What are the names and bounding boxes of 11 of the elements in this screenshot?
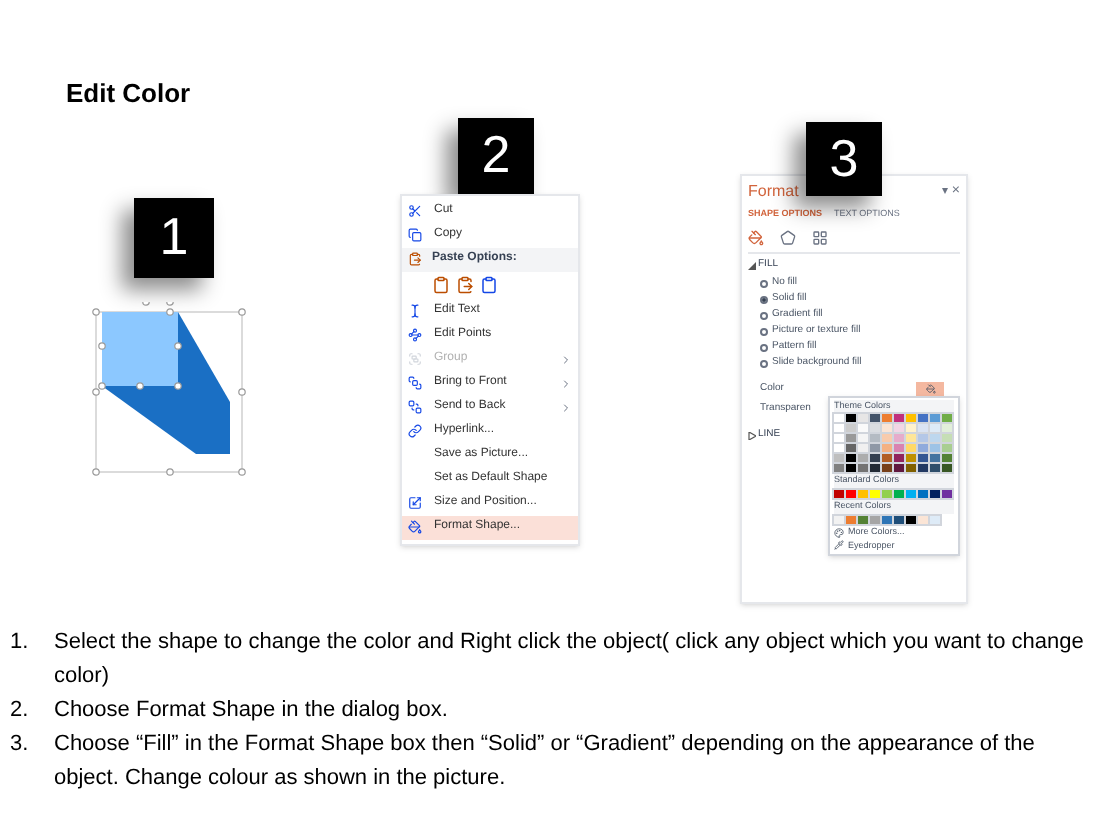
list-number: 1. bbox=[10, 627, 31, 657]
panel-title: Format bbox=[748, 180, 799, 204]
list-number: 2. bbox=[10, 695, 31, 725]
step-number-badge: 3 bbox=[806, 121, 882, 195]
slide-title: Edit Color bbox=[66, 76, 193, 112]
instruction-text: Choose Format Shape in the dialog box. bbox=[54, 695, 448, 725]
step-number-badge: 1 bbox=[134, 197, 214, 277]
step-number-badge: 2 bbox=[458, 117, 534, 193]
instruction-text: Select the shape to change the color and Right click the object( click any object which you want to change color) bbox=[54, 627, 1086, 691]
list-number: 3. bbox=[10, 729, 31, 759]
instruction-text: Choose “Fill” in the Format Shape box then “Solid” or “Gradient” depending on the appearance of the object. Change colour as shown in the picture. bbox=[54, 729, 1037, 793]
